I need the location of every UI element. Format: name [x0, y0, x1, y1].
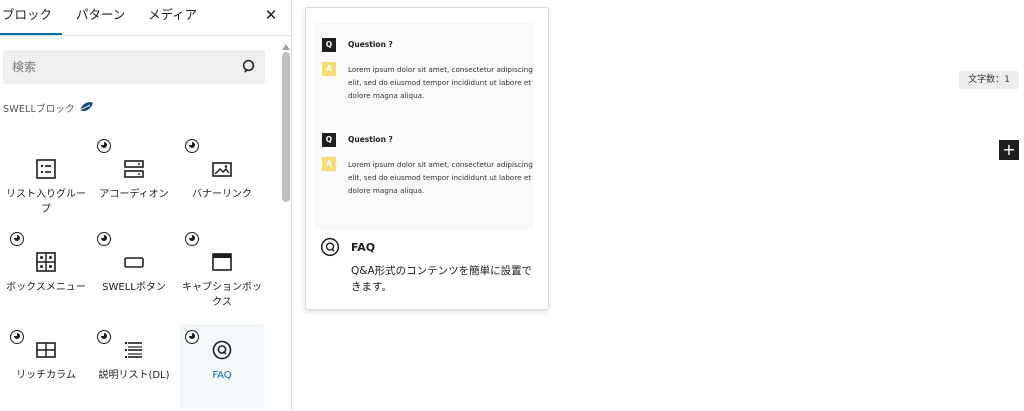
block-banner-link[interactable]: バナーリンク — [180, 139, 264, 227]
tab-blocks[interactable]: ブロック — [0, 0, 62, 36]
scroll-up-arrow-icon[interactable] — [282, 44, 290, 50]
block-box-menu[interactable]: ボックスメニュー — [4, 232, 88, 320]
answer-badge: A — [322, 157, 336, 171]
tab-media[interactable]: メディア — [148, 0, 197, 36]
scroll-thumb[interactable] — [282, 52, 290, 202]
preview-canvas: Q Question ? A Lorem ipsum dolor sit ame… — [314, 22, 534, 230]
block-label: バナーリンク — [192, 189, 252, 200]
block-preview-popover: Q Question ? A Lorem ipsum dolor sit ame… — [305, 7, 549, 310]
category-label: SWELLブロック — [3, 104, 75, 115]
block-faq[interactable]: FAQ — [180, 324, 264, 408]
swell-badge-icon — [97, 139, 111, 153]
question-badge: Q — [322, 133, 336, 147]
block-label: ボックスメニュー — [6, 282, 86, 293]
dl-list-icon — [125, 342, 142, 358]
character-count-badge: 文字数：1 — [959, 71, 1019, 89]
question-text: Question ? — [348, 135, 393, 144]
button-icon — [124, 257, 144, 268]
inserter-tabs: ブロック パターン メディア ✕ — [0, 0, 291, 36]
search-input[interactable] — [3, 50, 233, 84]
panel-scrollbar[interactable] — [282, 44, 290, 411]
question-badge: Q — [322, 38, 336, 52]
block-label: SWELLボタン — [102, 282, 166, 293]
answer-badge: A — [322, 62, 336, 76]
close-inserter-button[interactable]: ✕ — [262, 5, 280, 25]
block-caption-box[interactable]: キャプションボックス — [180, 232, 264, 320]
preview-description: Q&A形式のコンテンツを簡単に設置できます。 — [351, 265, 533, 293]
block-inserter-panel: ブロック パターン メディア ✕ SWELLブロック リスト入りグループ — [0, 0, 292, 411]
answer-text: Lorem ipsum dolor sit amet, consectetur … — [348, 65, 533, 100]
search-icon[interactable] — [241, 58, 259, 76]
block-accordion[interactable]: アコーディオン — [92, 139, 176, 227]
swell-logo-icon — [79, 102, 93, 112]
swell-badge-icon — [10, 232, 24, 246]
preview-title: FAQ — [351, 241, 376, 254]
banner-link-icon — [212, 162, 232, 177]
block-label: アコーディオン — [99, 189, 169, 200]
search-box — [3, 50, 265, 84]
answer-text: Lorem ipsum dolor sit amet, consectetur … — [348, 160, 533, 195]
faq-icon — [212, 340, 232, 360]
swell-badge-icon — [185, 232, 199, 246]
block-list-group[interactable]: リスト入りグループ — [4, 143, 88, 227]
block-swell-button[interactable]: SWELLボタン — [92, 232, 176, 320]
swell-badge-icon — [185, 330, 199, 344]
swell-badge-icon — [97, 330, 111, 344]
faq-icon — [320, 237, 340, 257]
block-label: FAQ — [212, 370, 232, 381]
block-label: 説明リスト(DL) — [98, 370, 170, 381]
block-label: リッチカラム — [16, 370, 76, 381]
swell-badge-icon — [97, 232, 111, 246]
list-group-icon — [36, 159, 56, 179]
block-dl-list[interactable]: 説明リスト(DL) — [92, 324, 176, 408]
accordion-icon — [124, 160, 144, 178]
block-rich-column[interactable]: リッチカラム — [4, 324, 88, 408]
box-menu-icon — [36, 252, 56, 272]
block-label: リスト入りグループ — [6, 189, 86, 215]
question-text: Question ? — [348, 40, 393, 49]
block-label: キャプションボックス — [182, 282, 262, 308]
active-tab-indicator — [0, 33, 62, 35]
swell-badge-icon — [10, 330, 24, 344]
add-block-button[interactable]: + — [999, 140, 1019, 160]
rich-column-icon — [36, 342, 56, 358]
caption-box-icon — [212, 253, 232, 271]
tab-patterns[interactable]: パターン — [76, 0, 125, 36]
swell-badge-icon — [185, 139, 199, 153]
